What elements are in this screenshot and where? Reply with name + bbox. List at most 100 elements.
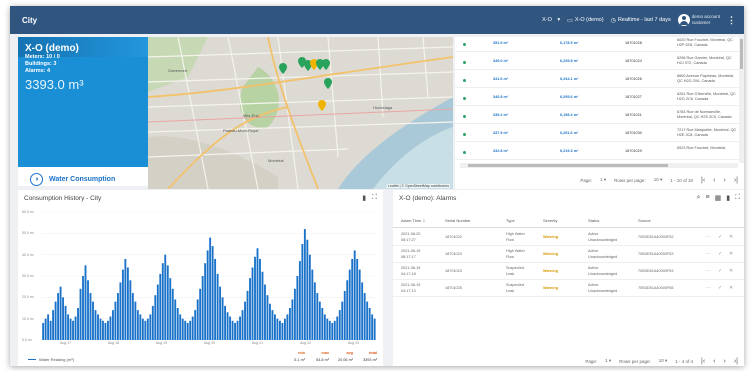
chart-bar[interactable] xyxy=(49,320,52,340)
chart-bar[interactable] xyxy=(79,288,82,340)
chart-bar[interactable] xyxy=(69,318,72,340)
chart-bar[interactable] xyxy=(201,276,204,340)
clear-icon[interactable]: ✕ xyxy=(729,251,733,257)
chart-bar[interactable] xyxy=(111,310,114,340)
chart-bar[interactable] xyxy=(321,308,324,340)
chart-bar[interactable] xyxy=(288,308,291,340)
asset-summary-card[interactable]: X-O (demo) Meters: 10 / 0 Buildings: 3 A… xyxy=(18,37,148,186)
columns-icon[interactable]: ▦ xyxy=(715,194,722,202)
chart-bar[interactable] xyxy=(348,269,351,340)
chart-bar[interactable] xyxy=(156,284,159,340)
chart-bar[interactable] xyxy=(124,258,127,340)
chart-bar[interactable] xyxy=(241,310,244,340)
chart-bar[interactable] xyxy=(59,286,62,340)
acknowledge-icon[interactable]: ✓ xyxy=(718,285,722,291)
clear-icon[interactable]: ✕ xyxy=(729,285,733,291)
table-row[interactable]: 339.2 m³ 6,198.4 m³ 18701021 6784 Rue de No… xyxy=(455,109,744,124)
chart-bar[interactable] xyxy=(206,250,209,340)
chart-bar[interactable] xyxy=(254,256,256,340)
chart-bar[interactable] xyxy=(283,318,286,340)
chart-bar[interactable] xyxy=(116,293,119,340)
chart-bar[interactable] xyxy=(169,278,172,340)
page-select[interactable]: 1 ▾ xyxy=(600,177,606,183)
chart-bar[interactable] xyxy=(361,282,364,340)
chart-bar[interactable] xyxy=(87,280,89,340)
chart-bar[interactable] xyxy=(146,318,149,340)
chart-bar[interactable] xyxy=(191,316,194,340)
chart-bar[interactable] xyxy=(366,301,369,340)
chart-bar[interactable] xyxy=(276,318,279,340)
chart-bar[interactable] xyxy=(184,320,187,340)
prev-page-icon[interactable]: ‹ xyxy=(713,358,715,365)
chart-bar[interactable] xyxy=(89,293,92,340)
chart-bar[interactable] xyxy=(363,293,366,340)
chart-bar[interactable] xyxy=(42,322,45,340)
chart-bar[interactable] xyxy=(171,288,174,340)
chart-bar[interactable] xyxy=(82,276,84,340)
chart-bar[interactable] xyxy=(356,258,359,340)
chart-bar[interactable] xyxy=(216,273,219,340)
chart-bar[interactable] xyxy=(121,269,124,340)
chart-bar[interactable] xyxy=(274,314,276,340)
chart-bar[interactable] xyxy=(316,293,319,340)
more-menu-icon[interactable]: ⋮ xyxy=(727,15,736,26)
chart-bar[interactable] xyxy=(308,254,311,340)
user-menu[interactable]: demo account customer xyxy=(677,14,720,26)
chart-bar[interactable] xyxy=(92,301,94,340)
col-status[interactable]: Status xyxy=(588,218,599,223)
table-row[interactable]: 2021-08-19 04:17:18 18701023 Suspected Leak W… xyxy=(393,264,744,280)
chart-bar[interactable] xyxy=(47,314,50,340)
col-alarm-time[interactable]: Alarm Time ↓ xyxy=(401,218,425,224)
chart-bar[interactable] xyxy=(373,318,376,340)
chart-bar[interactable] xyxy=(269,303,271,340)
vertical-scrollbar[interactable] xyxy=(739,37,744,163)
last-page-icon[interactable]: ›| xyxy=(734,177,738,184)
chart-bar[interactable] xyxy=(136,310,139,340)
page-select[interactable]: 1 ▾ xyxy=(605,358,611,364)
chart-bar[interactable] xyxy=(326,318,329,340)
table-row[interactable]: 341.6 m³ 6,244.1 m³ 18701026 6660 Avenue Pa… xyxy=(455,73,744,88)
horizontal-scrollbar[interactable] xyxy=(460,163,738,168)
chart-bar[interactable] xyxy=(266,295,269,340)
more-icon[interactable]: ··· xyxy=(706,251,711,257)
chart-bar[interactable] xyxy=(343,290,346,340)
chart-bar[interactable] xyxy=(164,254,167,340)
table-row[interactable]: 349.0 m³ 6,239.8 m³ 18701024 6296 Rue Garni… xyxy=(455,55,744,70)
chart-bar[interactable] xyxy=(174,299,177,340)
asset-selector[interactable]: X-O ▾ xyxy=(542,17,560,23)
chart-bar[interactable] xyxy=(318,301,321,340)
first-page-icon[interactable]: |‹ xyxy=(701,358,705,365)
chart-bar[interactable] xyxy=(196,299,199,340)
map-widget[interactable]: Mile-End Plateau-Mont-Royal Montréal Hoc… xyxy=(148,37,453,189)
chart-bar[interactable] xyxy=(239,316,241,340)
chart-bar[interactable] xyxy=(353,250,356,340)
export-icon[interactable]: ▮ xyxy=(726,194,730,202)
chart-bar[interactable] xyxy=(368,308,371,340)
map-canvas[interactable]: Mile-End Plateau-Mont-Royal Montréal Hoc… xyxy=(148,37,453,189)
chart-bar[interactable] xyxy=(236,320,239,340)
chart-bar[interactable] xyxy=(67,314,69,340)
chart-bar[interactable] xyxy=(336,316,339,340)
chart-bar[interactable] xyxy=(64,305,67,340)
table-row[interactable]: 2021-08-19 08:17:17 18701023 High Water Flow… xyxy=(393,247,744,263)
chart-bar[interactable] xyxy=(261,271,264,340)
chart-bar[interactable] xyxy=(84,265,87,340)
chart-bar[interactable] xyxy=(161,263,164,340)
chart-bar[interactable] xyxy=(166,265,169,340)
chart-bar[interactable] xyxy=(102,320,104,340)
col-source[interactable]: Source xyxy=(638,218,651,223)
chart-bar[interactable] xyxy=(296,276,299,340)
col-type[interactable]: Type xyxy=(506,218,515,223)
table-row[interactable]: 351.9 m³ 6,178.9 m³ 18701028 6020 Rue Fouch… xyxy=(455,37,744,52)
timewindow-button[interactable]: ◷ Realtime - last 7 days xyxy=(611,17,671,24)
chart-bar[interactable] xyxy=(107,320,109,340)
map-attribution[interactable]: Leaflet | © OpenStreetMap contributors xyxy=(387,184,450,188)
chart-bar[interactable] xyxy=(176,308,179,340)
col-severity[interactable]: Severity xyxy=(543,218,557,223)
chart-bar[interactable] xyxy=(338,310,341,340)
fullscreen-icon[interactable]: ⛶ xyxy=(372,194,377,202)
chart-bar[interactable] xyxy=(229,316,232,340)
chart-bar[interactable] xyxy=(119,282,122,340)
table-row[interactable]: 2021-08-20 08:17:27 18701022 High Water Flow… xyxy=(393,230,744,246)
chart-bar[interactable] xyxy=(246,290,249,340)
